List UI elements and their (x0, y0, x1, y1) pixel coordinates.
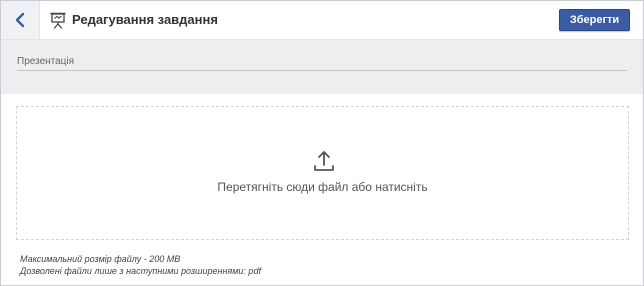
page-title: Редагування завдання (72, 12, 218, 27)
upload-icon (314, 151, 334, 171)
dropzone-text: Перетягніть сюди файл або натисніть (217, 180, 428, 194)
save-button[interactable]: Зберегти (559, 9, 630, 31)
allowed-extensions-hint: Дозволені файли лише з наступними розшир… (20, 266, 261, 276)
presentation-board-icon (50, 12, 66, 29)
edit-task-window: Редагування завдання Зберегти Презентаці… (0, 0, 644, 286)
file-dropzone[interactable]: Перетягніть сюди файл або натисніть (16, 106, 629, 240)
presentation-field-input[interactable] (17, 70, 627, 71)
max-size-hint: Максимальний розмір файлу - 200 MB (20, 254, 181, 264)
presentation-field-label: Презентація (17, 56, 75, 67)
presentation-field-section: Презентація (1, 40, 643, 94)
chevron-left-icon (15, 12, 25, 28)
back-button[interactable] (1, 1, 40, 39)
header-bar: Редагування завдання Зберегти (1, 1, 643, 40)
